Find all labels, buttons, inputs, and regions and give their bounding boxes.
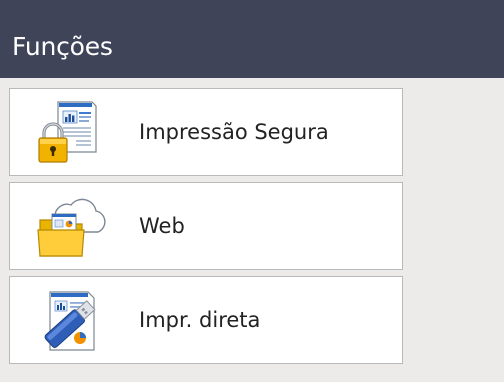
function-menu: Impressão Segura Web Impr. direta — [0, 78, 504, 382]
usb-direct-print-icon — [36, 288, 108, 354]
direct-print-button[interactable]: Impr. direta — [9, 276, 403, 364]
direct-print-label: Impr. direta — [139, 308, 261, 332]
secure-print-button[interactable]: Impressão Segura — [9, 88, 403, 176]
page-title: Funções — [12, 32, 113, 61]
secure-print-icon — [36, 100, 108, 166]
title-bar: Funções — [0, 0, 504, 78]
secure-print-label: Impressão Segura — [139, 120, 329, 144]
web-button[interactable]: Web — [9, 182, 403, 270]
web-folder-cloud-icon — [36, 194, 108, 260]
web-label: Web — [139, 214, 185, 238]
